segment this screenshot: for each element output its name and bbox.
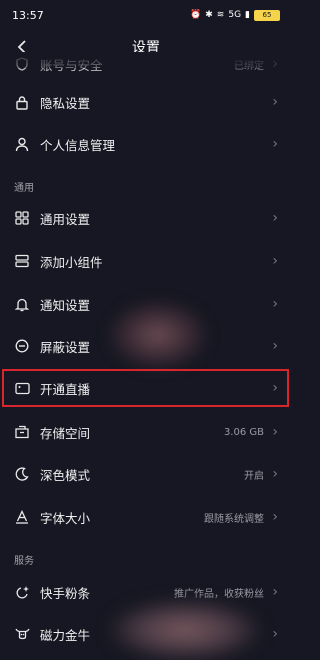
- row-label: 隐私设置: [40, 95, 91, 111]
- chevron-right-icon: ›: [272, 380, 278, 396]
- row-label: 屏蔽设置: [40, 339, 91, 355]
- settings-row-add-widget[interactable]: 添加小组件 ›: [0, 241, 292, 281]
- sparkle-icon: [14, 584, 30, 600]
- chevron-right-icon: ›: [272, 253, 278, 269]
- widget-icon: [14, 253, 30, 269]
- row-label: 字体大小: [40, 510, 91, 526]
- chevron-right-icon: ›: [272, 509, 278, 525]
- chevron-right-icon: ›: [272, 466, 278, 482]
- header-fade: [0, 52, 292, 68]
- chevron-right-icon: ›: [272, 626, 278, 642]
- row-value: 跟随系统调整: [204, 513, 264, 525]
- section-title-general: 通用: [14, 183, 34, 194]
- font-icon: [14, 509, 30, 525]
- bell-icon: [14, 296, 30, 312]
- person-icon: [14, 136, 30, 152]
- settings-row-font-size[interactable]: 字体大小 跟随系统调整 ›: [0, 497, 292, 537]
- live-camera-icon: [14, 380, 30, 396]
- settings-row-start-live[interactable]: 开通直播 ›: [0, 368, 292, 408]
- bull-icon: [14, 626, 30, 642]
- settings-row-notifications[interactable]: 通知设置 ›: [0, 284, 292, 324]
- row-value: 推广作品，收获粉丝: [174, 588, 264, 600]
- block-icon: [14, 338, 30, 354]
- bluetooth-icon: ✱: [205, 10, 213, 20]
- signal-icon: ▮: [245, 10, 250, 20]
- row-label: 快手粉条: [40, 585, 91, 601]
- status-icons: ⏰ ✱ ≋ 5G ▮ 65: [190, 9, 280, 21]
- settings-row-storage[interactable]: 存储空间 3.06 GB ›: [0, 412, 292, 452]
- alarm-icon: ⏰: [190, 10, 202, 20]
- settings-row-general[interactable]: 通用设置 ›: [0, 198, 292, 238]
- settings-row-personal-info[interactable]: 个人信息管理 ›: [0, 124, 292, 164]
- row-label: 存储空间: [40, 425, 91, 441]
- row-value: 开启: [244, 470, 264, 482]
- chevron-right-icon: ›: [272, 424, 278, 440]
- signal-label: 5G: [228, 10, 242, 20]
- status-time: 13:57: [12, 8, 44, 22]
- storage-icon: [14, 424, 30, 440]
- wifi-icon: ≋: [216, 10, 225, 20]
- row-label: 磁力金牛: [40, 627, 91, 643]
- chevron-right-icon: ›: [272, 584, 278, 600]
- settings-row-cili-jinniu[interactable]: 磁力金牛 ›: [0, 614, 292, 654]
- settings-row-block[interactable]: 屏蔽设置 ›: [0, 326, 292, 366]
- section-title-service: 服务: [14, 556, 34, 567]
- row-label: 通知设置: [40, 297, 91, 313]
- lock-icon: [14, 94, 30, 110]
- moon-icon: [14, 466, 30, 482]
- settings-row-privacy[interactable]: 隐私设置 ›: [0, 82, 292, 122]
- battery-icon: 65: [254, 9, 280, 21]
- row-label: 个人信息管理: [40, 137, 116, 153]
- row-value: 3.06 GB: [223, 426, 264, 438]
- chevron-right-icon: ›: [272, 94, 278, 110]
- row-label: 深色模式: [40, 467, 91, 483]
- settings-row-dark-mode[interactable]: 深色模式 开启 ›: [0, 454, 292, 494]
- chevron-right-icon: ›: [272, 338, 278, 354]
- chevron-right-icon: ›: [272, 296, 278, 312]
- grid-icon: [14, 210, 30, 226]
- chevron-right-icon: ›: [272, 136, 278, 152]
- row-label: 添加小组件: [40, 254, 103, 270]
- row-label: 通用设置: [40, 211, 91, 227]
- settings-row-fantiao[interactable]: 快手粉条 推广作品，收获粉丝 ›: [0, 572, 292, 612]
- status-bar: 13:57 ⏰ ✱ ≋ 5G ▮ 65: [0, 0, 292, 30]
- chevron-right-icon: ›: [272, 210, 278, 226]
- row-label: 开通直播: [40, 381, 91, 397]
